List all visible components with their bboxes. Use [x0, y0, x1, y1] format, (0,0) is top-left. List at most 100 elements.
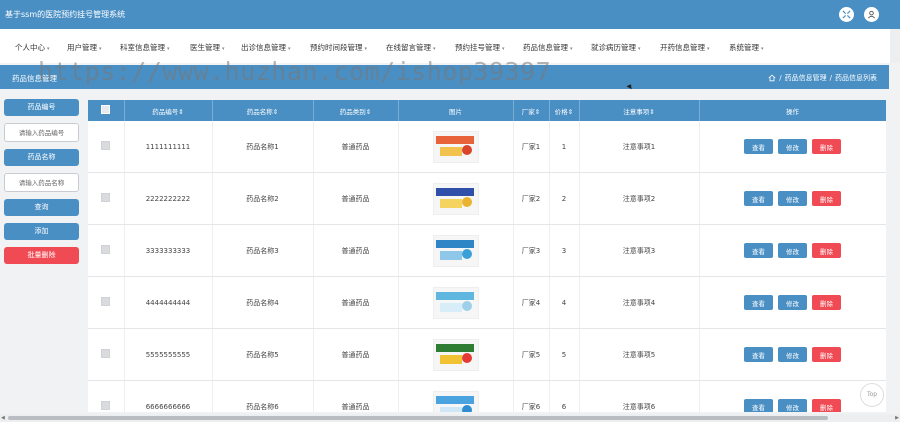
- nav-system-management[interactable]: 系统管理 ▾: [729, 42, 764, 53]
- delete-button[interactable]: 删除: [812, 139, 841, 154]
- medicine-image: [432, 338, 479, 371]
- cell-picture: [398, 276, 514, 329]
- delete-button[interactable]: 删除: [812, 399, 841, 412]
- home-icon[interactable]: [768, 74, 776, 82]
- query-button[interactable]: 查询: [4, 199, 79, 216]
- table-row: 3333333333 药品名称3 普通药品 厂家3 3 注意事项3 查看 修改 删除: [88, 224, 886, 277]
- view-button[interactable]: 查看: [744, 399, 773, 412]
- nav-medicine-management[interactable]: 药品信息管理 ▾: [523, 42, 573, 53]
- cell-code: 4444444444: [124, 276, 213, 329]
- table-row: 2222222222 药品名称2 普通药品 厂家2 2 注意事项2 查看 修改 删除: [88, 172, 886, 225]
- edit-button[interactable]: 修改: [778, 295, 807, 310]
- cell-price: 6: [549, 380, 580, 412]
- code-label: 药品编号: [4, 99, 79, 116]
- edit-button[interactable]: 修改: [778, 347, 807, 362]
- breadcrumb-separator: /: [829, 74, 832, 82]
- header-code[interactable]: 药品编号⇕: [124, 100, 213, 121]
- cell-category: 普通药品: [313, 380, 399, 412]
- add-button[interactable]: 添加: [4, 223, 79, 240]
- cell-note: 注意事项2: [579, 172, 700, 225]
- medicine-table: 药品编号⇕ 药品名称⇕ 药品类别⇕ 图片 厂家⇕ 价格⇕ 注意事项⇕ 操作 11…: [88, 100, 886, 412]
- edit-button[interactable]: 修改: [778, 399, 807, 412]
- select-all-checkbox[interactable]: [101, 105, 111, 114]
- header-category[interactable]: 药品类别⇕: [313, 100, 399, 121]
- edit-button[interactable]: 修改: [778, 191, 807, 206]
- edit-button[interactable]: 修改: [778, 243, 807, 258]
- row-select-cell: [88, 172, 125, 225]
- cell-note: 注意事项4: [579, 276, 700, 329]
- row-checkbox[interactable]: [101, 193, 111, 202]
- user-icon[interactable]: [864, 7, 879, 22]
- nav-user-management[interactable]: 用户管理 ▾: [67, 42, 102, 53]
- nav-department-management[interactable]: 科室信息管理 ▾: [120, 42, 170, 53]
- nav-message-management[interactable]: 在线留言管理 ▾: [386, 42, 436, 53]
- header-name[interactable]: 药品名称⇕: [212, 100, 314, 121]
- cell-note: 注意事项6: [579, 380, 700, 412]
- nav-scrollbar[interactable]: [890, 29, 900, 63]
- view-button[interactable]: 查看: [744, 347, 773, 362]
- cell-category: 普通药品: [313, 121, 399, 173]
- name-label: 药品名称: [4, 149, 79, 166]
- cell-category: 普通药品: [313, 172, 399, 225]
- cell-name: 药品名称5: [212, 328, 314, 381]
- batch-delete-button[interactable]: 批量删除: [4, 247, 79, 264]
- cell-actions: 查看 修改 删除: [699, 380, 886, 412]
- cell-actions: 查看 修改 删除: [699, 121, 886, 173]
- row-checkbox[interactable]: [101, 297, 111, 306]
- cell-maker: 厂家4: [513, 276, 550, 329]
- nav-medical-record-management[interactable]: 就诊病历管理 ▾: [591, 42, 641, 53]
- code-search-input[interactable]: [4, 123, 79, 142]
- row-checkbox[interactable]: [101, 401, 111, 410]
- row-checkbox[interactable]: [101, 245, 111, 254]
- cell-price: 4: [549, 276, 580, 329]
- breadcrumb-parent[interactable]: 药品信息管理: [785, 73, 827, 83]
- table-row: 6666666666 药品名称6 普通药品 厂家6 6 注意事项6 查看 修改 删除: [88, 380, 886, 412]
- header-note[interactable]: 注意事项⇕: [579, 100, 700, 121]
- delete-button[interactable]: 删除: [812, 295, 841, 310]
- horizontal-scrollbar[interactable]: ◀ ▶: [0, 414, 900, 422]
- view-button[interactable]: 查看: [744, 243, 773, 258]
- medicine-image: [432, 390, 479, 412]
- delete-button[interactable]: 删除: [812, 191, 841, 206]
- edit-button[interactable]: 修改: [778, 139, 807, 154]
- cell-code: 1111111111: [124, 121, 213, 173]
- row-checkbox[interactable]: [101, 141, 111, 150]
- table-row: 4444444444 药品名称4 普通药品 厂家4 4 注意事项4 查看 修改 删除: [88, 276, 886, 329]
- fullscreen-icon[interactable]: [839, 7, 854, 22]
- name-search-input[interactable]: [4, 173, 79, 192]
- cell-actions: 查看 修改 删除: [699, 276, 886, 329]
- cell-code: 6666666666: [124, 380, 213, 412]
- row-checkbox[interactable]: [101, 349, 111, 358]
- nav-prescription-management[interactable]: 开药信息管理 ▾: [660, 42, 710, 53]
- medicine-image: [432, 234, 479, 267]
- nav-appointment-management[interactable]: 预约挂号管理 ▾: [455, 42, 505, 53]
- nav-personal-center[interactable]: 个人中心 ▾: [15, 42, 50, 53]
- cell-picture: [398, 224, 514, 277]
- view-button[interactable]: 查看: [744, 191, 773, 206]
- header-price[interactable]: 价格⇕: [549, 100, 580, 121]
- cell-price: 3: [549, 224, 580, 277]
- table-header-row: 药品编号⇕ 药品名称⇕ 药品类别⇕ 图片 厂家⇕ 价格⇕ 注意事项⇕ 操作: [88, 100, 886, 121]
- delete-button[interactable]: 删除: [812, 347, 841, 362]
- view-button[interactable]: 查看: [744, 139, 773, 154]
- header-actions: 操作: [699, 100, 886, 121]
- table-row: 5555555555 药品名称5 普通药品 厂家5 5 注意事项5 查看 修改 删除: [88, 328, 886, 381]
- cell-price: 5: [549, 328, 580, 381]
- view-button[interactable]: 查看: [744, 295, 773, 310]
- scroll-right-icon[interactable]: ▶: [895, 415, 899, 421]
- row-select-cell: [88, 276, 125, 329]
- header-maker[interactable]: 厂家⇕: [513, 100, 550, 121]
- delete-button[interactable]: 删除: [812, 243, 841, 258]
- back-to-top-button[interactable]: Top: [860, 383, 884, 407]
- header-picture: 图片: [398, 100, 514, 121]
- nav-timeslot-management[interactable]: 预约时间段管理 ▾: [310, 42, 367, 53]
- select-all-header: [88, 100, 125, 121]
- scrollbar-thumb[interactable]: [8, 416, 828, 420]
- search-panel: 药品编号 药品名称 查询 添加 批量删除: [4, 99, 79, 271]
- cell-maker: 厂家6: [513, 380, 550, 412]
- nav-visit-schedule-management[interactable]: 出诊信息管理 ▾: [241, 42, 291, 53]
- nav-doctor-management[interactable]: 医生管理 ▾: [190, 42, 225, 53]
- row-select-cell: [88, 380, 125, 412]
- scroll-left-icon[interactable]: ◀: [1, 415, 5, 421]
- cell-name: 药品名称3: [212, 224, 314, 277]
